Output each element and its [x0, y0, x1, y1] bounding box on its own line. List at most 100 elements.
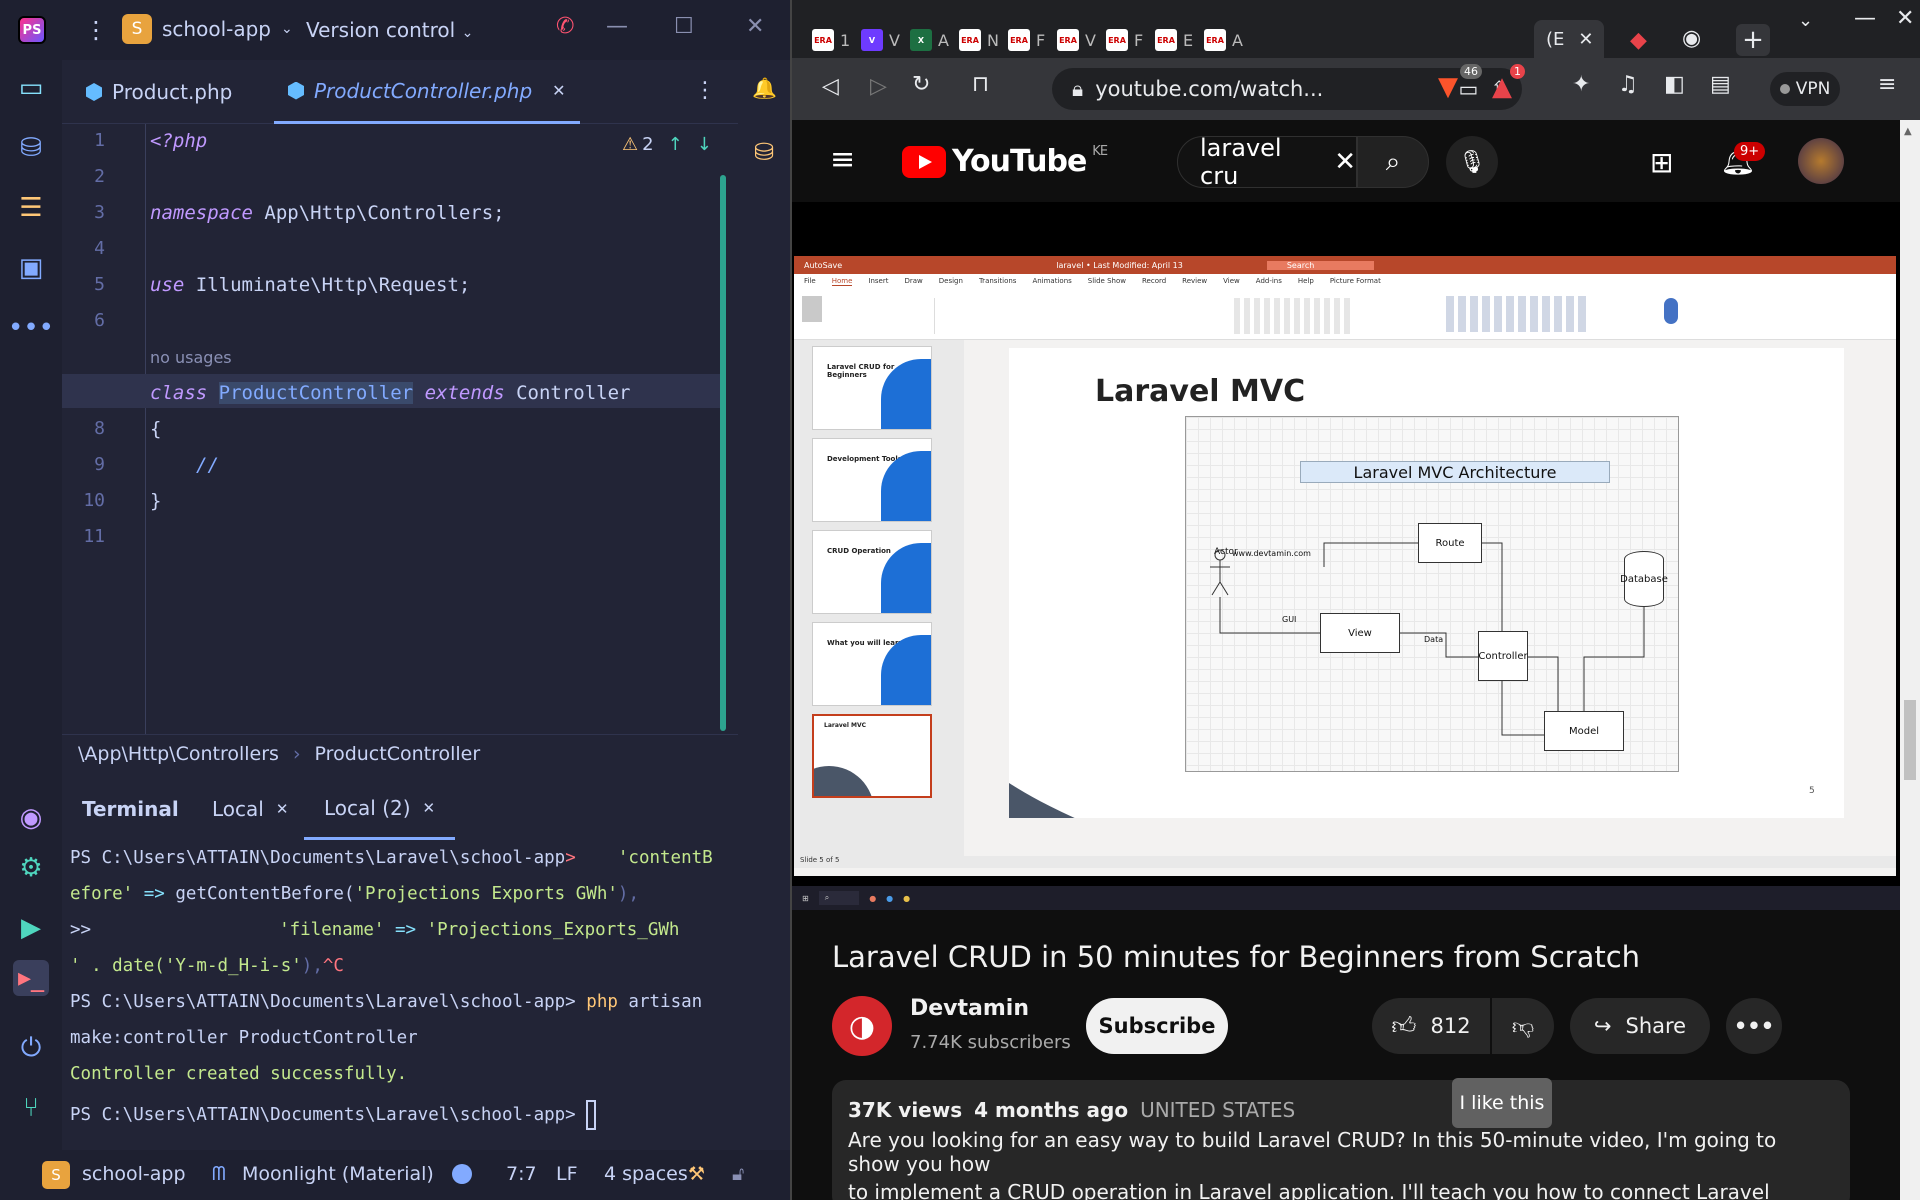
- phpstorm-logo-icon[interactable]: PS: [18, 16, 46, 44]
- share-button[interactable]: ↪ Share: [1570, 998, 1710, 1054]
- browser-tab[interactable]: ERA 1: [802, 22, 858, 58]
- maximize-button[interactable]: ☐: [674, 14, 694, 39]
- close-tab-icon[interactable]: ✕: [423, 799, 436, 817]
- structure-icon[interactable]: ☰: [13, 190, 49, 226]
- indent-setting[interactable]: 4 spaces: [604, 1163, 688, 1185]
- browser-tab[interactable]: ERA A: [1194, 22, 1250, 58]
- youtube-logo[interactable]: YouTube KE: [902, 144, 1108, 179]
- arrow-down-icon[interactable]: ↓: [697, 134, 712, 155]
- wallet-icon[interactable]: ▤: [1710, 72, 1731, 97]
- browser-tab[interactable]: ERA N: [949, 22, 1005, 58]
- close-button[interactable]: ✕: [1896, 6, 1914, 31]
- close-button[interactable]: ✕: [746, 14, 764, 39]
- hamburger-icon[interactable]: ≡: [830, 142, 855, 177]
- status-indicator-icon[interactable]: [452, 1164, 472, 1184]
- minimize-button[interactable]: —: [606, 14, 628, 39]
- scrollbar-thumb[interactable]: [1904, 700, 1916, 780]
- browser-tab[interactable]: ERA F: [998, 22, 1054, 58]
- minimize-button[interactable]: —: [1854, 6, 1876, 31]
- close-tab-icon[interactable]: ✕: [552, 81, 565, 100]
- inspection-widget[interactable]: ⚠ 2 ↑ ↓: [622, 134, 712, 155]
- extensions-icon[interactable]: ✦: [1572, 72, 1590, 97]
- line-ending[interactable]: LF: [556, 1163, 578, 1185]
- bookmark-icon[interactable]: ⊓: [972, 72, 989, 97]
- arrow-view-actor: [1219, 597, 1320, 634]
- browser-tab[interactable]: ERA V: [1047, 22, 1103, 58]
- close-tab-icon[interactable]: ✕: [276, 800, 289, 818]
- rewards-icon[interactable]: ▲: [1492, 72, 1512, 102]
- browser-tab[interactable]: ERA F: [1096, 22, 1152, 58]
- forward-icon[interactable]: ▷: [870, 74, 887, 99]
- project-selector[interactable]: S school-app ⌄: [122, 14, 293, 44]
- like-count: 812: [1430, 1014, 1471, 1038]
- page-scrollbar[interactable]: ▲: [1900, 120, 1920, 1200]
- editor-scrollbar[interactable]: [720, 175, 726, 731]
- vpn-button[interactable]: VPN: [1770, 72, 1840, 106]
- tools-icon[interactable]: ⚒: [688, 1163, 705, 1185]
- git-icon[interactable]: ⑂: [13, 1090, 49, 1126]
- browser-tab[interactable]: XA: [900, 22, 956, 58]
- avatar[interactable]: [1798, 138, 1844, 184]
- more-tools-icon[interactable]: •••: [8, 310, 54, 346]
- layout-icon[interactable]: ▣: [13, 250, 49, 286]
- sidebar-icon[interactable]: ◧: [1664, 72, 1685, 97]
- notifications-bell-icon[interactable]: 🔔: [752, 76, 777, 100]
- media-icon[interactable]: ♫: [1618, 72, 1638, 97]
- usages-hint[interactable]: no usages: [150, 348, 232, 367]
- status-project[interactable]: school-app: [82, 1163, 186, 1185]
- services-icon[interactable]: ⏻: [13, 1030, 49, 1066]
- dislike-button[interactable]: 👎︎: [1492, 998, 1554, 1054]
- breadcrumb-class[interactable]: ProductController: [315, 743, 481, 765]
- run-icon[interactable]: ▶: [13, 910, 49, 946]
- breadcrumb-namespace[interactable]: \App\Http\Controllers: [78, 743, 279, 765]
- terminal-icon[interactable]: ▸_: [13, 960, 49, 996]
- back-icon[interactable]: ◁: [822, 74, 839, 99]
- like-button[interactable]: 👍︎ 812: [1372, 998, 1490, 1054]
- subscribe-button[interactable]: Subscribe: [1086, 998, 1228, 1054]
- tab-menu-icon[interactable]: ⋮: [694, 78, 716, 103]
- description-box[interactable]: 37K views 4 months ago UNITED STATES Are…: [832, 1080, 1850, 1200]
- lock-icon[interactable]: 🔓︎: [732, 1163, 744, 1185]
- terminal-output[interactable]: PS C:\Users\ATTAIN\Documents\Laravel\sch…: [62, 842, 738, 1142]
- browser-tab[interactable]: ERA E: [1145, 22, 1201, 58]
- reload-icon[interactable]: ↻: [912, 72, 930, 97]
- status-theme[interactable]: Moonlight (Material): [242, 1163, 434, 1185]
- plugin-icon[interactable]: ◉: [13, 800, 49, 836]
- tab-local[interactable]: Local ✕: [212, 778, 288, 840]
- search-button[interactable]: ⌕: [1357, 136, 1429, 188]
- active-tab[interactable]: (E ✕: [1534, 20, 1604, 58]
- scroll-up-icon[interactable]: ▲: [1904, 126, 1912, 137]
- clear-search-icon[interactable]: ✕: [1334, 147, 1356, 177]
- ppt-menu-item: Slide Show: [1087, 277, 1126, 285]
- settings-icon[interactable]: ⚙: [13, 850, 49, 886]
- country-tag[interactable]: UNITED STATES: [1140, 1098, 1295, 1122]
- tab-local-2[interactable]: Local (2) ✕: [304, 778, 456, 840]
- globe-icon[interactable]: ◉: [1682, 26, 1701, 51]
- voice-search-button[interactable]: 🎙︎: [1446, 136, 1498, 188]
- main-menu-icon[interactable]: ⋮: [84, 16, 108, 44]
- terminal-line: PS C:\Users\ATTAIN\Documents\Laravel\sch…: [70, 992, 702, 1012]
- channel-avatar[interactable]: ◑: [832, 996, 892, 1056]
- create-icon[interactable]: ⊞: [1650, 146, 1673, 179]
- database-search-icon[interactable]: ⛁: [13, 130, 49, 166]
- operator: =>: [133, 884, 176, 904]
- tab-productcontroller-php[interactable]: ProductController.php ✕: [274, 60, 580, 124]
- code-with-me-icon[interactable]: ✆: [556, 14, 574, 39]
- tab-product-php[interactable]: Product.php: [86, 60, 232, 124]
- search-input[interactable]: laravel cru ✕: [1177, 134, 1357, 190]
- string: ' . date(: [70, 956, 165, 976]
- project-view-icon[interactable]: ▭: [13, 70, 49, 106]
- channel-name[interactable]: Devtamin: [910, 996, 1029, 1021]
- close-tab-icon[interactable]: ✕: [1578, 29, 1593, 50]
- new-tab-button[interactable]: +: [1736, 24, 1770, 56]
- version-control-menu[interactable]: Version control ⌄: [306, 18, 473, 42]
- tab-youtube-favicon[interactable]: ◆: [1630, 26, 1658, 54]
- tab-search-icon[interactable]: ⌄: [1798, 10, 1813, 31]
- menu-icon[interactable]: ≡: [1878, 72, 1896, 97]
- cursor-position[interactable]: 7:7: [506, 1163, 537, 1185]
- video-player[interactable]: AutoSave laravel • Last Modified: April …: [792, 202, 1900, 910]
- browser-tab[interactable]: VV: [851, 22, 907, 58]
- arrow-up-icon[interactable]: ↑: [668, 134, 683, 155]
- more-actions-button[interactable]: •••: [1726, 998, 1782, 1054]
- database-icon[interactable]: ⛁: [754, 138, 774, 166]
